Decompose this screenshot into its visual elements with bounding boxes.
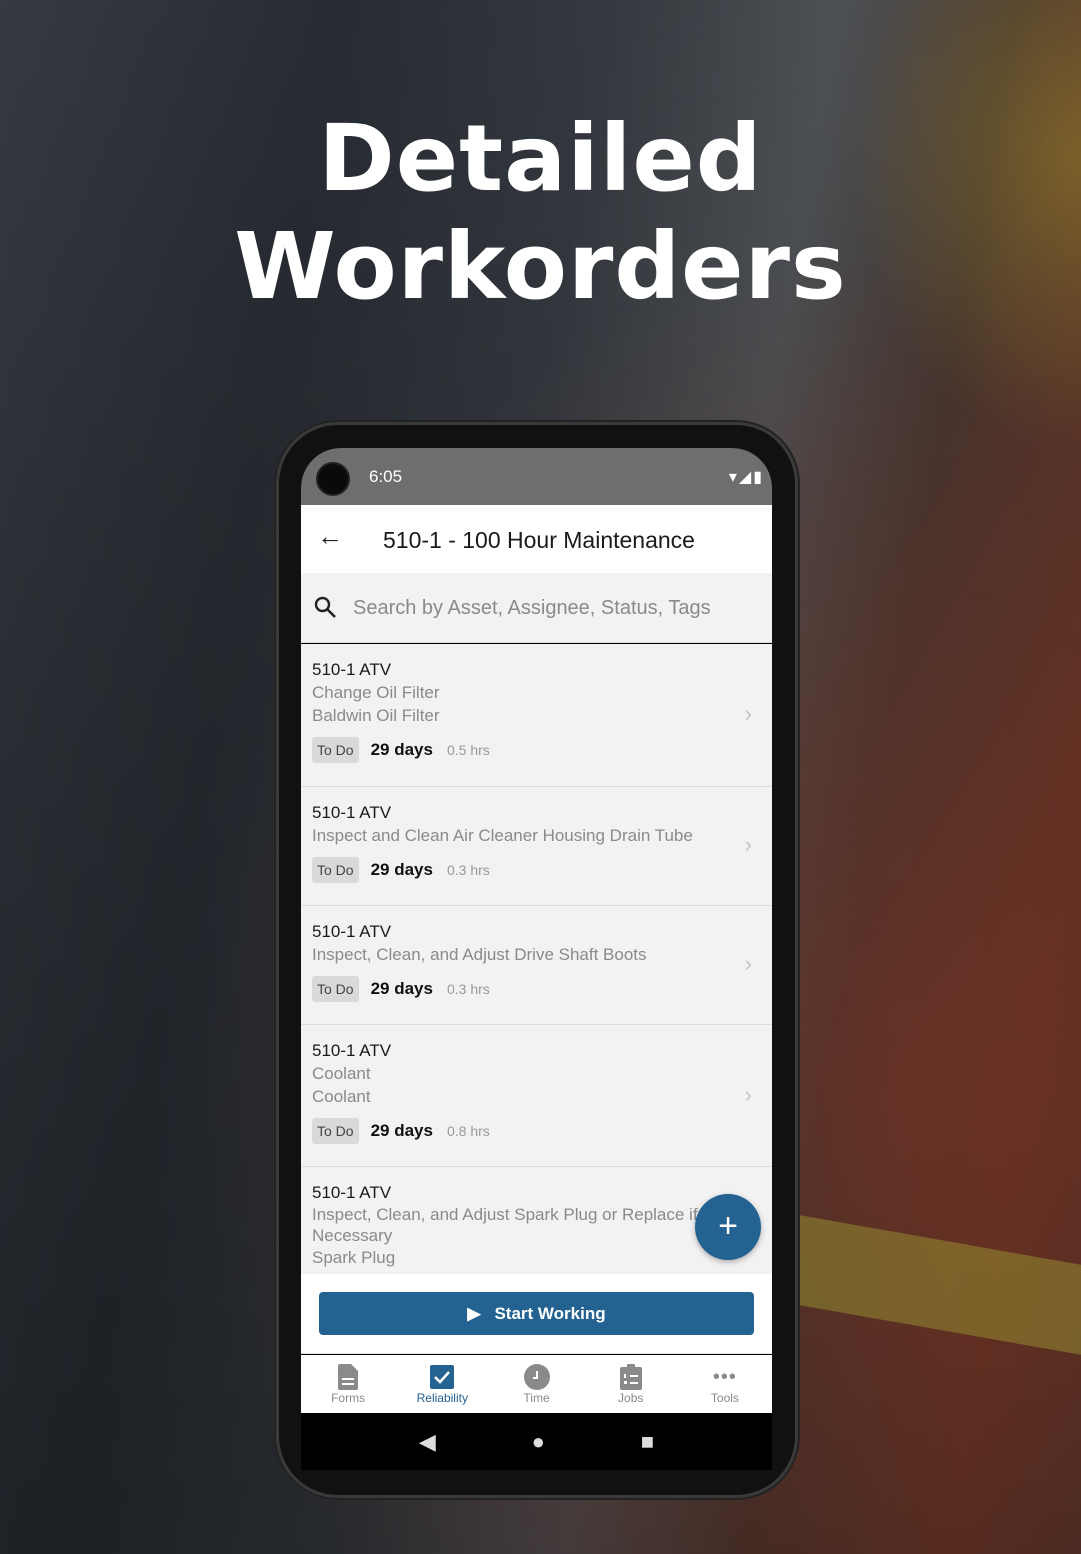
asset-name: 510-1 ATV xyxy=(312,1183,392,1202)
android-nav-bar: ◀ ● ■ xyxy=(301,1413,772,1470)
more-dots-icon: ••• xyxy=(712,1365,737,1388)
asset-name: 510-1 ATV xyxy=(312,803,392,822)
tab-label: Tools xyxy=(710,1391,739,1405)
workorder-list: 510-1 ATV Change Oil Filter Baldwin Oil … xyxy=(301,644,772,1274)
status-badge: To Do xyxy=(312,857,359,883)
estimated-hours: 0.3 hrs xyxy=(446,981,490,997)
asset-name: 510-1 ATV xyxy=(312,922,392,941)
due-days: 29 days xyxy=(370,1121,433,1140)
action-bar: ▶ Start Working xyxy=(301,1274,772,1354)
task-name: Change Oil Filter xyxy=(312,683,440,702)
tab-label: Reliability xyxy=(416,1391,468,1405)
task-name: Coolant xyxy=(312,1064,371,1083)
status-icons: ▾◢▮ xyxy=(728,469,764,486)
due-days: 29 days xyxy=(370,860,433,879)
headline: Detailed Workorders xyxy=(0,105,1081,321)
workorder-item[interactable]: 510-1 ATV Coolant Coolant › To Do 29 days… xyxy=(301,1025,772,1167)
chevron-right-icon: › xyxy=(744,1082,752,1107)
due-days: 29 days xyxy=(370,740,433,759)
due-days: 29 days xyxy=(370,979,433,998)
workorder-item[interactable]: 510-1 ATV Inspect, Clean, and Adjust Dri… xyxy=(301,906,772,1025)
page-title: 510-1 - 100 Hour Maintenance xyxy=(383,527,695,553)
part-name: Spark Plug xyxy=(312,1248,396,1267)
search-input[interactable] xyxy=(353,591,763,625)
tab-label: Forms xyxy=(331,1391,366,1405)
search-bar xyxy=(301,573,772,643)
phone-screen: 6:05 ▾◢▮ ← 510-1 - 100 Hour Maintenance … xyxy=(301,448,772,1470)
chevron-right-icon: › xyxy=(744,701,752,726)
tab-label: Time xyxy=(523,1391,550,1405)
workorder-item[interactable]: 510-1 ATV Inspect and Clean Air Cleaner … xyxy=(301,787,772,906)
headline-line2: Workorders xyxy=(234,213,847,320)
asset-name: 510-1 ATV xyxy=(312,660,392,679)
app-bar: ← 510-1 - 100 Hour Maintenance xyxy=(301,505,772,573)
start-working-label: Start Working xyxy=(494,1303,606,1323)
tab-forms[interactable]: Forms xyxy=(301,1355,395,1413)
status-time: 6:05 xyxy=(369,467,403,486)
part-name: Baldwin Oil Filter xyxy=(312,706,440,725)
tab-tools[interactable]: ••• Tools xyxy=(678,1355,772,1413)
estimated-hours: 0.5 hrs xyxy=(446,742,490,758)
workorder-item[interactable]: 510-1 ATV Change Oil Filter Baldwin Oil … xyxy=(301,644,772,787)
chevron-right-icon: › xyxy=(744,951,752,976)
estimated-hours: 0.8 hrs xyxy=(446,1123,490,1139)
bottom-tab-bar: Forms Reliability Time Jobs ••• Tools xyxy=(301,1355,772,1413)
nav-recents-icon[interactable]: ■ xyxy=(641,1429,654,1455)
start-working-button[interactable]: ▶ Start Working xyxy=(319,1292,754,1335)
tab-time[interactable]: Time xyxy=(489,1355,583,1413)
status-bar: 6:05 ▾◢▮ xyxy=(301,448,772,505)
add-workorder-button[interactable]: + xyxy=(695,1194,761,1260)
chevron-right-icon: › xyxy=(744,832,752,857)
tab-jobs[interactable]: Jobs xyxy=(584,1355,678,1413)
estimated-hours: 0.3 hrs xyxy=(446,862,490,878)
part-name: Coolant xyxy=(312,1087,371,1106)
nav-back-icon[interactable]: ◀ xyxy=(419,1429,436,1455)
clock-icon xyxy=(523,1364,550,1390)
checkbox-icon xyxy=(430,1365,455,1389)
document-icon xyxy=(338,1364,359,1390)
task-name: Inspect, Clean, and Adjust Drive Shaft B… xyxy=(312,945,647,964)
nav-home-icon[interactable]: ● xyxy=(532,1429,545,1455)
task-name: Inspect and Clean Air Cleaner Housing Dr… xyxy=(312,826,693,845)
tab-reliability[interactable]: Reliability xyxy=(395,1355,489,1413)
play-icon: ▶ xyxy=(467,1303,481,1323)
camera-icon xyxy=(316,462,350,496)
status-badge: To Do xyxy=(312,737,359,763)
asset-name: 510-1 ATV xyxy=(312,1041,392,1060)
status-badge: To Do xyxy=(312,1118,359,1144)
search-icon xyxy=(314,596,336,618)
headline-line1: Detailed xyxy=(318,105,763,212)
back-arrow-icon[interactable]: ← xyxy=(317,521,343,552)
task-name: Inspect, Clean, and Adjust Spark Plug or… xyxy=(312,1205,698,1245)
status-badge: To Do xyxy=(312,976,359,1002)
tab-label: Jobs xyxy=(618,1391,644,1405)
clipboard-list-icon xyxy=(619,1364,642,1390)
